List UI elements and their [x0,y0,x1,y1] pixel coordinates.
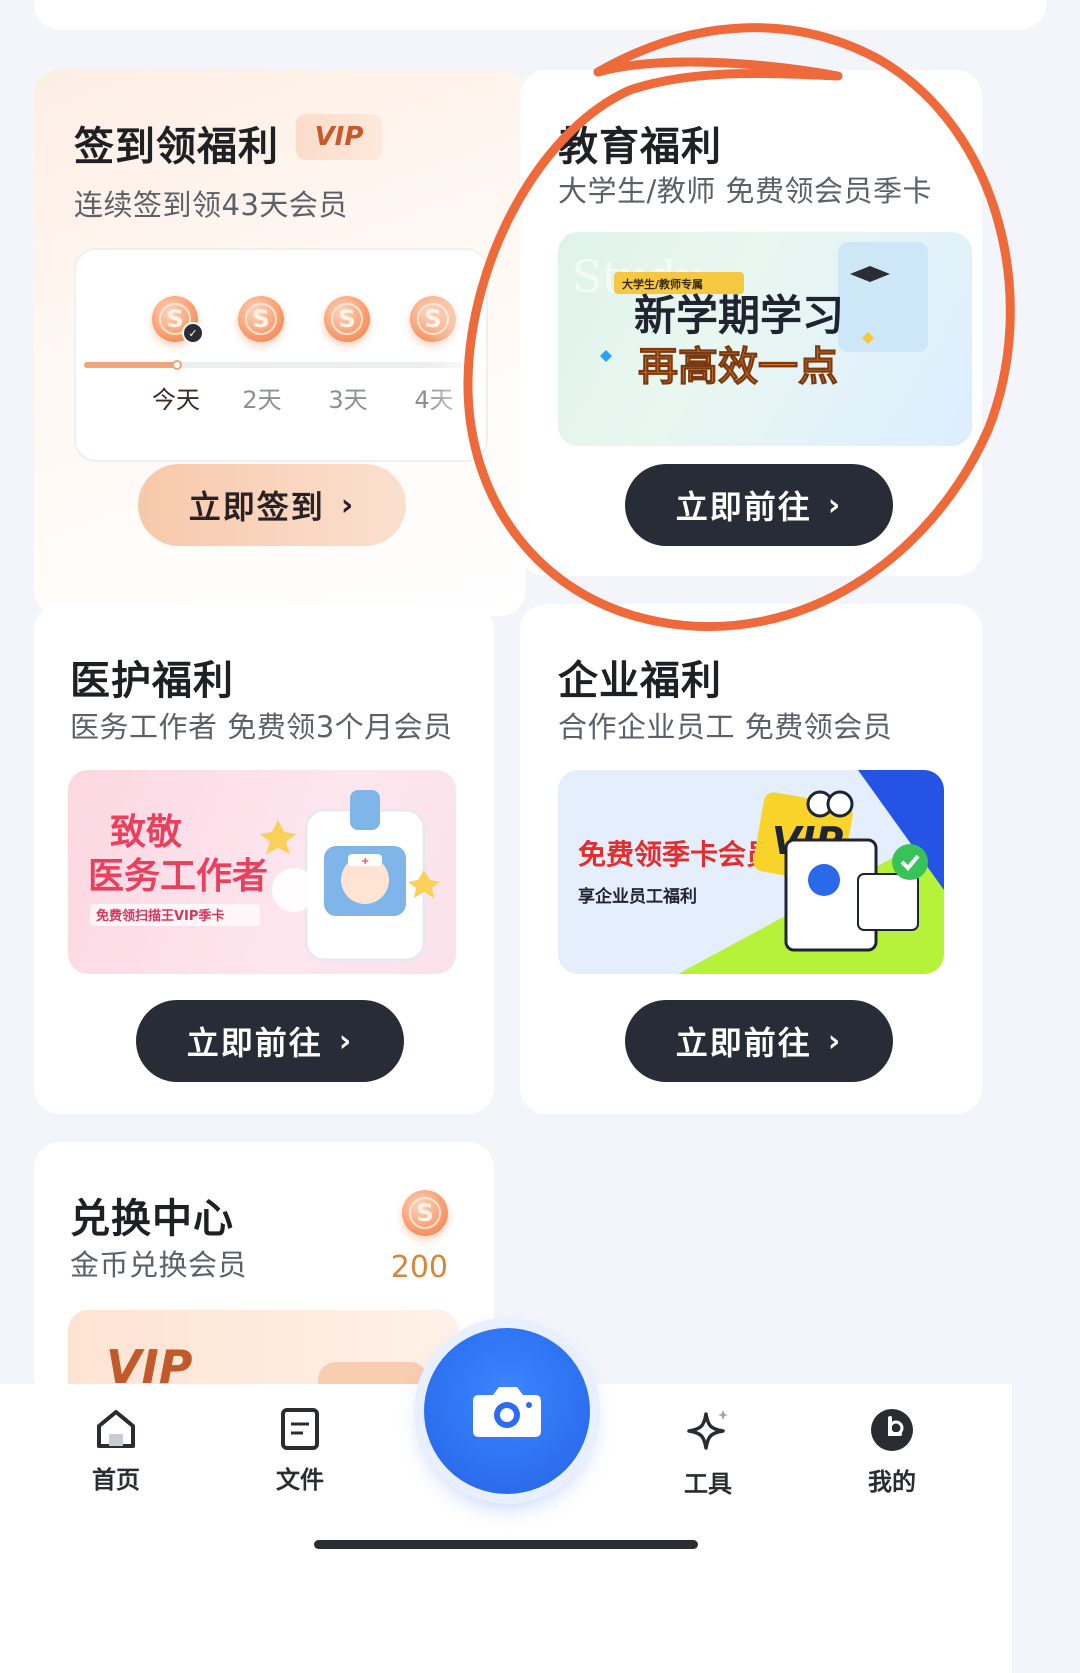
nav-tools[interactable]: 工具 [648,1406,768,1499]
progress-fill [84,362,176,368]
profile-icon [871,1409,913,1451]
education-go-button[interactable]: 立即前往 › [625,464,893,546]
previous-card-bottom [34,0,1046,30]
enterprise-go-button[interactable]: 立即前往 › [625,1000,893,1082]
svg-text:大学生/教师专属: 大学生/教师专属 [622,277,703,291]
education-banner-art: Study 大学生/教师专属 新学期学习 再高效一点 [572,242,928,391]
education-subtitle: 大学生/教师 免费领会员季卡 [558,174,932,208]
enterprise-banner[interactable]: 免费领季卡会员 享企业员工福利 VIP [558,770,944,974]
home-indicator [314,1540,698,1549]
medical-subtitle: 医务工作者 免费领3个月会员 [70,710,453,744]
day-label: 2天 [242,386,282,414]
chevron-right-icon: › [340,487,356,523]
chevron-right-icon: › [827,1023,843,1059]
checkin-card[interactable]: 签到领福利 VIP 连续签到领43天会员 S ✓ S S S 今天 2天 3天 … [34,70,526,616]
nav-home[interactable]: 首页 [56,1406,176,1495]
checkin-subtitle: 连续签到领43天会员 [74,188,348,222]
checkin-title: 签到领福利 [74,124,279,170]
home-icon [97,1410,135,1448]
coin-balance: 200 [390,1250,448,1285]
chevron-right-icon: › [338,1023,354,1059]
exchange-title: 兑换中心 [70,1196,234,1242]
file-icon [281,1408,319,1450]
medical-banner-art: 致敬 医务工作者 免费领扫描王VIP季卡 + [88,790,440,962]
medical-banner[interactable]: 致敬 医务工作者 免费领扫描王VIP季卡 + [68,770,456,974]
enterprise-subtitle: 合作企业员工 免费领会员 [558,710,893,744]
svg-text:致敬: 致敬 [110,812,183,853]
checkin-button[interactable]: 立即签到 › [138,464,406,546]
checkin-progress: S ✓ S S S 今天 2天 3天 4天 [74,248,488,462]
enterprise-card[interactable]: 企业福利 合作企业员工 免费领会员 免费领季卡会员 享企业员工福利 VIP 立即… [520,604,982,1114]
education-banner[interactable]: Study 大学生/教师专属 新学期学习 再高效一点 [558,232,972,446]
camera-icon [473,1387,541,1437]
coin-icon: S [324,296,370,342]
chevron-right-icon: › [827,487,843,523]
enterprise-title: 企业福利 [558,658,722,704]
enterprise-banner-art: 免费领季卡会员 享企业员工福利 VIP [578,770,944,974]
progress-knob [172,360,182,370]
medical-card[interactable]: 医护福利 医务工作者 免费领3个月会员 致敬 医务工作者 免费领扫描王VIP季卡… [34,604,494,1114]
medical-title: 医护福利 [70,658,234,704]
exchange-card[interactable]: 兑换中心 金币兑换会员 S 200 VIP [34,1142,494,1402]
coin-icon: S [402,1190,448,1236]
svg-text:新学期学习: 新学期学习 [634,291,844,340]
svg-text:免费领扫描王VIP季卡: 免费领扫描王VIP季卡 [96,908,224,924]
svg-text:享企业员工福利: 享企业员工福利 [578,886,697,907]
coin-icon: S [238,296,284,342]
education-title: 教育福利 [558,124,722,170]
svg-text:再高效一点: 再高效一点 [638,344,838,390]
svg-text:医务工作者: 医务工作者 [88,856,268,897]
checkmark-icon: ✓ [182,322,204,344]
nav-files[interactable]: 文件 [240,1406,360,1495]
svg-text:免费领季卡会员: 免费领季卡会员 [578,838,774,871]
svg-text:+: + [361,856,369,867]
medical-go-button[interactable]: 立即前往 › [136,1000,404,1082]
day-label: 今天 [152,386,200,414]
nav-profile[interactable]: 我的 [832,1406,952,1497]
vip-badge: VIP [296,114,382,160]
exchange-subtitle: 金币兑换会员 [70,1248,248,1282]
day-label: 3天 [328,386,368,414]
sparkle-icon [687,1410,728,1450]
scan-camera-button[interactable] [424,1328,590,1494]
education-card[interactable]: 教育福利 大学生/教师 免费领会员季卡 Study 大学生/教师专属 新学期学习… [520,70,982,576]
